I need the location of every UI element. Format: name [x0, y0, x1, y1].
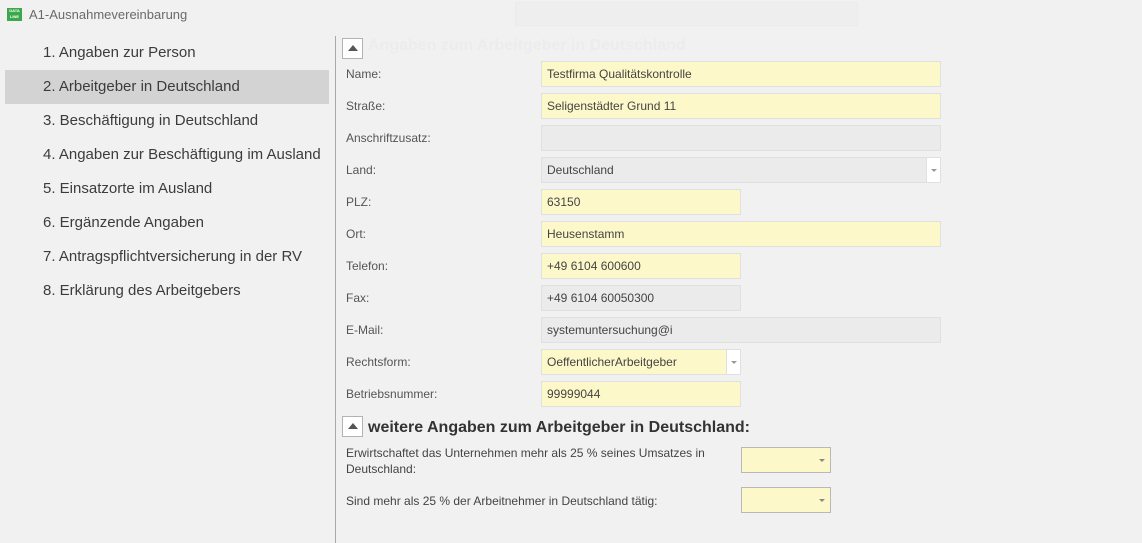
land-value: Deutschland: [547, 163, 614, 177]
land-select[interactable]: Deutschland: [541, 157, 941, 183]
email-label: E-Mail:: [346, 323, 384, 337]
umsatz-select[interactable]: [741, 447, 831, 473]
collapse-section1-button[interactable]: [342, 38, 363, 59]
app-logo: DATA LINE: [7, 8, 22, 21]
nav-item-erklaerung[interactable]: 8. Erklärung des Arbeitgebers: [5, 274, 329, 308]
umsatz-question: Erwirtschaftet das Unternehmen mehr als …: [346, 446, 705, 476]
section2-title: weitere Angaben zum Arbeitgeber in Deuts…: [368, 419, 750, 436]
arbeitnehmer-question: Sind mehr als 25 % der Arbeitnehmer in D…: [346, 494, 658, 508]
ort-input[interactable]: Heusenstamm: [541, 221, 941, 247]
betriebsnummer-input[interactable]: 99999044: [541, 381, 741, 407]
rechtsform-label: Rechtsform:: [346, 355, 411, 369]
plz-input[interactable]: 63150: [541, 189, 741, 215]
anschriftzusatz-input[interactable]: [541, 125, 941, 151]
telefon-input[interactable]: +49 6104 600600: [541, 253, 741, 279]
collapse-section2-button[interactable]: [342, 416, 363, 437]
chevron-down-icon[interactable]: [726, 350, 740, 374]
nav-item-arbeitgeber[interactable]: 2. Arbeitgeber in Deutschland: [5, 70, 329, 104]
rechtsform-select[interactable]: OeffentlicherArbeitgeber: [541, 349, 741, 375]
title-bar: DATA LINE A1-Ausnahmevereinbarung: [0, 0, 1142, 30]
fax-label: Fax:: [346, 291, 370, 305]
strasse-label: Straße:: [346, 99, 386, 113]
name-input[interactable]: Testfirma Qualitätskontrolle: [541, 61, 941, 87]
title-bar-field: [515, 2, 858, 26]
chevron-down-icon[interactable]: [926, 158, 940, 182]
fax-input[interactable]: +49 6104 60050300: [541, 285, 741, 311]
nav-item-angaben-person[interactable]: 1. Angaben zur Person: [5, 36, 329, 70]
window-title: A1-Ausnahmevereinbarung: [29, 7, 188, 22]
rechtsform-value: OeffentlicherArbeitgeber: [547, 355, 677, 369]
ort-label: Ort:: [346, 227, 366, 241]
nav-item-rv[interactable]: 7. Antragspflichtversicherung in der RV: [5, 240, 329, 274]
nav-item-beschaeftigung[interactable]: 3. Beschäftigung in Deutschland: [5, 104, 329, 138]
section1-title: Angaben zum Arbeitgeber in Deutschland: [368, 37, 686, 54]
strasse-input[interactable]: Seligenstädter Grund 11: [541, 93, 941, 119]
nav-item-ausland[interactable]: 4. Angaben zur Beschäftigung im Ausland: [5, 138, 329, 172]
sidebar-nav: 1. Angaben zur Person 2. Arbeitgeber in …: [5, 36, 329, 308]
betriebsnummer-label: Betriebsnummer:: [346, 387, 438, 401]
anschriftzusatz-label: Anschriftzusatz:: [346, 131, 431, 145]
panel-divider[interactable]: [335, 36, 336, 543]
telefon-label: Telefon:: [346, 259, 389, 273]
nav-item-einsatzorte[interactable]: 5. Einsatzorte im Ausland: [5, 172, 329, 206]
name-label: Name:: [346, 67, 382, 81]
email-input[interactable]: systemuntersuchung@i: [541, 317, 941, 343]
plz-label: PLZ:: [346, 195, 372, 209]
nav-item-ergaenzende[interactable]: 6. Ergänzende Angaben: [5, 206, 329, 240]
arbeitnehmer-select[interactable]: [741, 487, 831, 513]
land-label: Land:: [346, 163, 377, 177]
